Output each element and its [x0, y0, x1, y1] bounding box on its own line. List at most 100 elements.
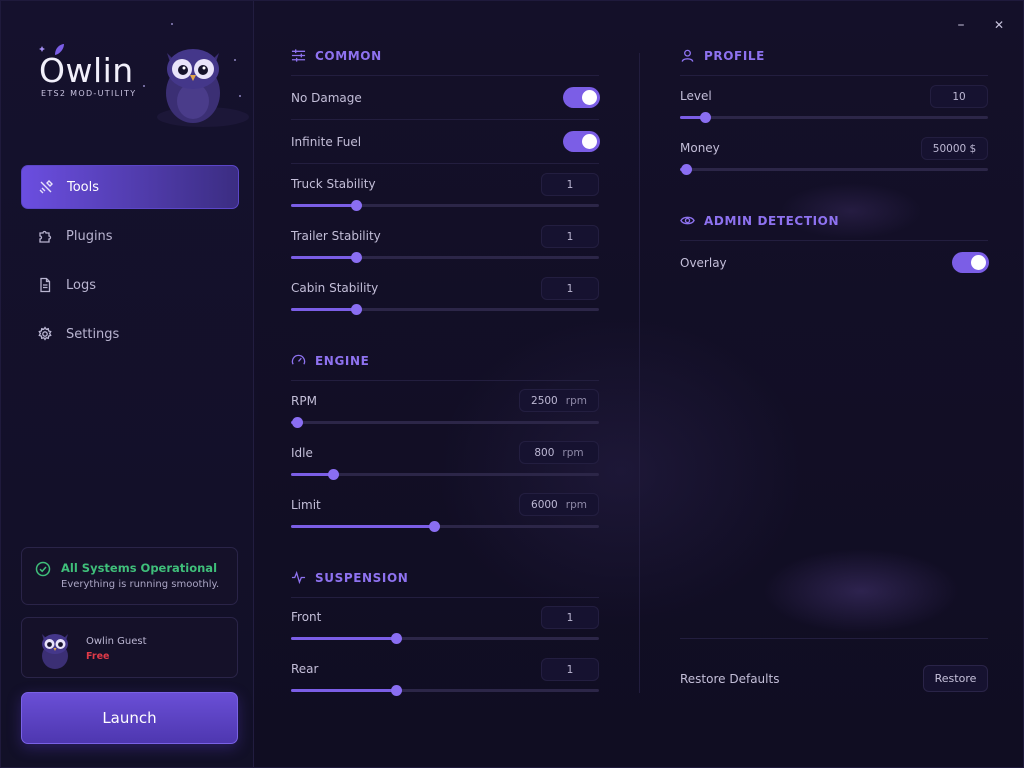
- no-damage-toggle[interactable]: [563, 87, 600, 108]
- front-input[interactable]: 1: [541, 606, 599, 629]
- status-title: All Systems Operational: [61, 561, 218, 575]
- slider-thumb[interactable]: [429, 521, 441, 532]
- sidebar-item-plugins[interactable]: Plugins: [21, 214, 239, 258]
- value-text: 800: [534, 446, 555, 459]
- minimize-icon[interactable]: –: [953, 17, 969, 33]
- divider: [680, 638, 988, 639]
- rear-label: Rear: [291, 662, 319, 676]
- limit-label: Limit: [291, 498, 321, 512]
- slider-thumb[interactable]: [390, 633, 402, 644]
- section-title: ADMIN DETECTION: [704, 213, 840, 228]
- value-text: 2500: [531, 394, 558, 407]
- trailer-stability-slider[interactable]: [291, 252, 599, 263]
- money-input[interactable]: 50000 $: [921, 137, 988, 160]
- value-text: 10: [952, 90, 966, 103]
- slider-thumb[interactable]: [327, 469, 339, 480]
- rear-slider[interactable]: [291, 685, 599, 696]
- star-decoration: [143, 85, 145, 87]
- value-text: 1: [566, 178, 574, 191]
- value-text: 50000 $: [932, 142, 977, 155]
- column-divider: [639, 53, 640, 693]
- section-admin-detection-header: ADMIN DETECTION: [680, 213, 839, 228]
- user-card[interactable]: Owlin Guest Free: [21, 617, 238, 678]
- logo-area: Owlin ETS2 MOD-UTILITY: [1, 1, 254, 141]
- front-label: Front: [291, 610, 322, 624]
- rear-input[interactable]: 1: [541, 658, 599, 681]
- launch-button[interactable]: Launch: [21, 692, 238, 744]
- rpm-label: RPM: [291, 394, 317, 408]
- owl-mascot-icon: [157, 49, 249, 127]
- sidebar-item-settings[interactable]: Settings: [21, 312, 239, 356]
- eye-icon: [680, 216, 695, 225]
- divider: [680, 75, 988, 76]
- infinite-fuel-label: Infinite Fuel: [291, 135, 362, 149]
- section-title: PROFILE: [704, 48, 765, 63]
- level-input[interactable]: 10: [930, 85, 988, 108]
- unit-text: rpm: [565, 498, 587, 511]
- section-title: ENGINE: [315, 353, 370, 368]
- sidebar: Owlin ETS2 MOD-UTILITY Tools Plugins Log…: [1, 1, 254, 767]
- star-decoration: [171, 23, 173, 25]
- sliders-icon: [291, 49, 306, 62]
- restore-button[interactable]: Restore: [923, 665, 988, 692]
- slider-thumb[interactable]: [350, 304, 362, 315]
- cabin-stability-input[interactable]: 1: [541, 277, 599, 300]
- unit-text: rpm: [565, 394, 587, 407]
- level-label: Level: [680, 89, 712, 103]
- sidebar-item-logs[interactable]: Logs: [21, 263, 239, 307]
- truck-stability-slider[interactable]: [291, 200, 599, 211]
- divider: [291, 163, 599, 164]
- idle-slider[interactable]: [291, 469, 599, 480]
- section-title: SUSPENSION: [315, 570, 409, 585]
- rpm-slider[interactable]: [291, 417, 599, 428]
- value-text: 6000: [531, 498, 558, 511]
- close-icon[interactable]: ✕: [991, 17, 1007, 33]
- level-slider[interactable]: [680, 112, 988, 123]
- idle-input[interactable]: 800 rpm: [519, 441, 599, 464]
- user-icon: [681, 49, 694, 62]
- trailer-stability-input[interactable]: 1: [541, 225, 599, 248]
- front-slider[interactable]: [291, 633, 599, 644]
- user-name: Owlin Guest: [86, 636, 147, 647]
- status-card: All Systems Operational Everything is ru…: [21, 547, 238, 605]
- close-glyph: ✕: [993, 18, 1005, 32]
- gauge-icon: [291, 354, 306, 365]
- section-profile-header: PROFILE: [680, 48, 765, 63]
- slider-thumb[interactable]: [390, 685, 402, 696]
- divider: [291, 75, 599, 76]
- gear-icon: [38, 326, 52, 341]
- slider-thumb[interactable]: [350, 252, 362, 263]
- avatar: [42, 634, 68, 669]
- document-icon: [40, 277, 51, 293]
- slider-thumb[interactable]: [350, 200, 362, 211]
- overlay-toggle[interactable]: [952, 252, 989, 273]
- value-text: 1: [566, 282, 574, 295]
- truck-stability-input[interactable]: 1: [541, 173, 599, 196]
- slider-thumb[interactable]: [699, 112, 711, 123]
- slider-thumb[interactable]: [681, 164, 693, 175]
- truck-stability-label: Truck Stability: [291, 177, 376, 191]
- trailer-stability-label: Trailer Stability: [291, 229, 381, 243]
- logo-subtitle: ETS2 MOD-UTILITY: [41, 89, 137, 98]
- sidebar-item-tools[interactable]: Tools: [21, 165, 239, 209]
- sidebar-nav: Tools Plugins Logs Settings: [21, 165, 239, 361]
- infinite-fuel-toggle[interactable]: [563, 131, 600, 152]
- section-title: COMMON: [315, 48, 382, 63]
- divider: [291, 380, 599, 381]
- slider-thumb[interactable]: [292, 417, 304, 428]
- tools-icon: [39, 180, 53, 194]
- money-label: Money: [680, 141, 720, 155]
- minimize-glyph: –: [957, 17, 965, 33]
- toggle-knob: [971, 255, 986, 270]
- user-plan-badge: Free: [86, 651, 110, 662]
- no-damage-label: No Damage: [291, 91, 362, 105]
- idle-label: Idle: [291, 446, 313, 460]
- section-common-header: COMMON: [291, 48, 382, 63]
- money-slider[interactable]: [680, 164, 988, 175]
- cabin-stability-slider[interactable]: [291, 304, 599, 315]
- rpm-input[interactable]: 2500 rpm: [519, 389, 599, 412]
- section-suspension-header: SUSPENSION: [291, 570, 408, 585]
- limit-slider[interactable]: [291, 521, 599, 532]
- limit-input[interactable]: 6000 rpm: [519, 493, 599, 516]
- slider-fill: [291, 637, 396, 640]
